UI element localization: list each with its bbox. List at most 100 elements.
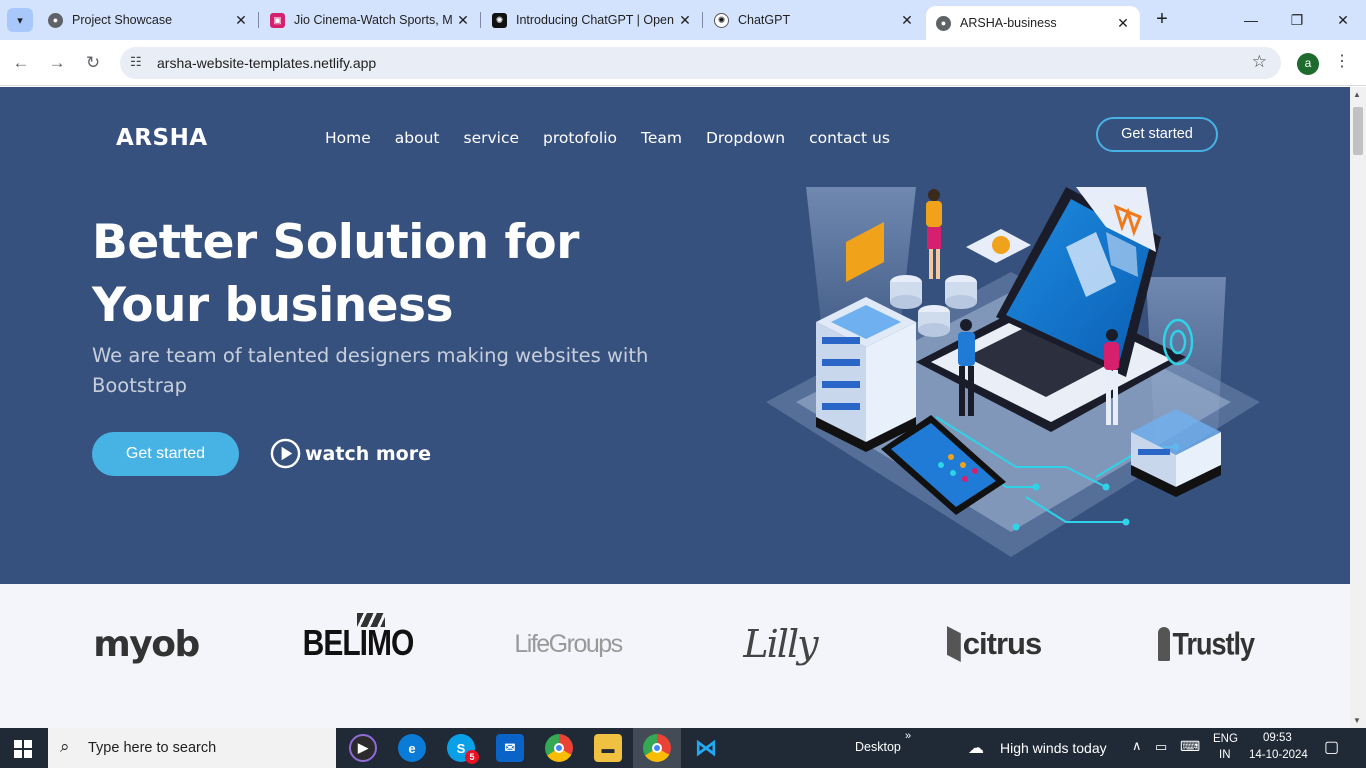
profile-avatar[interactable]: a (1297, 53, 1319, 75)
close-window-button[interactable]: ✕ (1320, 8, 1366, 32)
page-scrollbar[interactable]: ▲ ▼ (1350, 87, 1366, 728)
hero-get-started-button[interactable]: Get started (92, 432, 239, 476)
taskbar: ⌕ Type here to search ▶ e S 5 ✉ ▬ ⋈ Desk… (0, 728, 1366, 768)
openai-icon: ✺ (714, 12, 729, 28)
client-logo-trustly: Trustly (1158, 614, 1255, 674)
nav-contact[interactable]: contact us (809, 129, 890, 147)
client-logo-text: LifeGroups (514, 629, 623, 658)
chevron-down-icon: ▾ (17, 14, 23, 27)
trustly-lock-icon (1158, 627, 1171, 661)
page-viewport: ARSHA Home about service protofolio Team… (0, 87, 1350, 728)
browser-toolbar: ← → ↻ ☷ arsha-website-templates.netlify.… (0, 40, 1366, 86)
openai-icon: ✺ (492, 12, 507, 28)
mail-icon[interactable]: ✉ (496, 734, 524, 762)
client-logo-text: myob (93, 623, 200, 665)
scroll-up-icon[interactable]: ▲ (1353, 90, 1361, 99)
client-logo-belimo: BELIMO (303, 613, 414, 674)
chevron-up-icon[interactable]: ∧ (1132, 738, 1142, 754)
clock-time[interactable]: 09:53 (1263, 732, 1292, 744)
arrow-right-icon: → (48, 53, 66, 72)
watch-more-label: watch more (305, 442, 431, 465)
skype-icon[interactable]: S 5 (447, 734, 479, 764)
battery-icon[interactable]: ▭ (1155, 739, 1167, 755)
url-text[interactable]: arsha-website-templates.netlify.app (157, 55, 376, 71)
hero-illustration (766, 187, 1260, 557)
close-tab-icon[interactable]: ✕ (898, 12, 916, 29)
tab-arsha-business[interactable]: ● ARSHA-business ✕ (926, 6, 1140, 40)
clock-date[interactable]: 14-10-2024 (1249, 749, 1308, 761)
tab-search-button[interactable]: ▾ (7, 8, 33, 32)
globe-icon: ● (936, 15, 951, 31)
nav-team[interactable]: Team (641, 129, 682, 147)
nav-about[interactable]: about (395, 129, 440, 147)
tab-strip: ▾ ● Project Showcase ✕ ▣ Jio Cinema-Watc… (0, 0, 1366, 40)
region-label[interactable]: IN (1219, 749, 1231, 761)
desktop-toolbar-label[interactable]: Desktop (855, 740, 901, 754)
tab-title: ChatGPT (738, 13, 791, 27)
scroll-thumb[interactable] (1353, 107, 1363, 155)
search-placeholder: Type here to search (88, 740, 217, 756)
site-info-icon[interactable]: ☷ (130, 54, 142, 70)
edge-icon[interactable]: e (398, 734, 426, 762)
file-explorer-icon[interactable]: ▬ (594, 734, 622, 762)
close-tab-icon[interactable]: ✕ (676, 12, 694, 29)
chrome-profile-icon[interactable] (643, 734, 671, 762)
tab-jio-cinema[interactable]: ▣ Jio Cinema-Watch Sports, M ✕ (260, 6, 480, 34)
nav-portfolio[interactable]: protofolio (543, 129, 617, 147)
media-player-icon[interactable]: ▶ (349, 734, 377, 762)
keyboard-icon[interactable]: ⌨ (1180, 738, 1200, 755)
browser-menu-icon[interactable]: ⋮ (1334, 51, 1350, 71)
language-label[interactable]: ENG (1213, 733, 1238, 745)
close-tab-icon[interactable]: ✕ (1114, 15, 1132, 32)
client-logo-myob: myob (93, 614, 200, 674)
reload-button[interactable]: ↻ (80, 50, 106, 76)
search-icon: ⌕ (60, 737, 70, 756)
notification-icon[interactable]: ▢ (1324, 737, 1339, 757)
nav-dropdown[interactable]: Dropdown (706, 129, 785, 147)
hero-title-line-2: Your business (92, 278, 454, 333)
nav-home[interactable]: Home (325, 129, 371, 147)
header-get-started-button[interactable]: Get started (1096, 117, 1218, 152)
windows-start-icon[interactable] (14, 740, 32, 758)
nav-service[interactable]: service (464, 129, 520, 147)
hero-title: Better Solution for Your business (92, 211, 692, 337)
back-button[interactable]: ← (8, 50, 34, 76)
arrow-left-icon: ← (12, 53, 30, 72)
vscode-icon[interactable]: ⋈ (692, 734, 720, 762)
citrus-mark-icon (946, 626, 961, 662)
tab-title: Jio Cinema-Watch Sports, M (294, 13, 453, 27)
reload-icon: ↻ (85, 53, 101, 72)
restore-button[interactable]: ❐ (1274, 8, 1320, 32)
tab-chatgpt[interactable]: ✺ ChatGPT ✕ (704, 6, 924, 34)
tab-title: Project Showcase (72, 13, 173, 27)
weather-icon[interactable]: ☁ (968, 738, 984, 758)
chrome-icon[interactable] (545, 734, 573, 762)
close-tab-icon[interactable]: ✕ (454, 12, 472, 29)
skype-badge: 5 (465, 750, 479, 764)
scroll-down-icon[interactable]: ▼ (1353, 716, 1361, 725)
client-logo-text: Trustly (1172, 626, 1255, 661)
new-tab-button[interactable]: + (1150, 8, 1174, 32)
tab-separator (480, 12, 481, 28)
bookmark-star-icon[interactable]: ☆ (1252, 52, 1267, 72)
minimize-button[interactable]: — (1228, 8, 1274, 32)
play-circle-icon (270, 438, 301, 469)
taskbar-search-box[interactable]: ⌕ Type here to search (48, 728, 336, 768)
close-tab-icon[interactable]: ✕ (232, 12, 250, 29)
tab-separator (702, 12, 703, 28)
main-nav: Home about service protofolio Team Dropd… (325, 129, 890, 147)
chevron-right-icon[interactable]: » (905, 730, 911, 742)
address-bar[interactable]: ☷ arsha-website-templates.netlify.app ☆ (120, 47, 1281, 79)
tab-title: Introducing ChatGPT | Open (516, 13, 674, 27)
hero-subtitle: We are team of talented designers making… (92, 344, 649, 397)
tab-project-showcase[interactable]: ● Project Showcase ✕ (38, 6, 258, 34)
watch-more-link[interactable]: watch more (270, 438, 431, 469)
weather-text[interactable]: High winds today (1000, 740, 1107, 756)
site-logo[interactable]: ARSHA (116, 125, 208, 151)
tab-title: ARSHA-business (960, 16, 1057, 30)
client-logo-citrus: citrus (946, 614, 1042, 674)
tab-introducing-chatgpt[interactable]: ✺ Introducing ChatGPT | Open ✕ (482, 6, 702, 34)
tab-separator (258, 12, 259, 28)
forward-button[interactable]: → (44, 50, 70, 76)
client-logo-text: BELIMO (302, 623, 415, 664)
